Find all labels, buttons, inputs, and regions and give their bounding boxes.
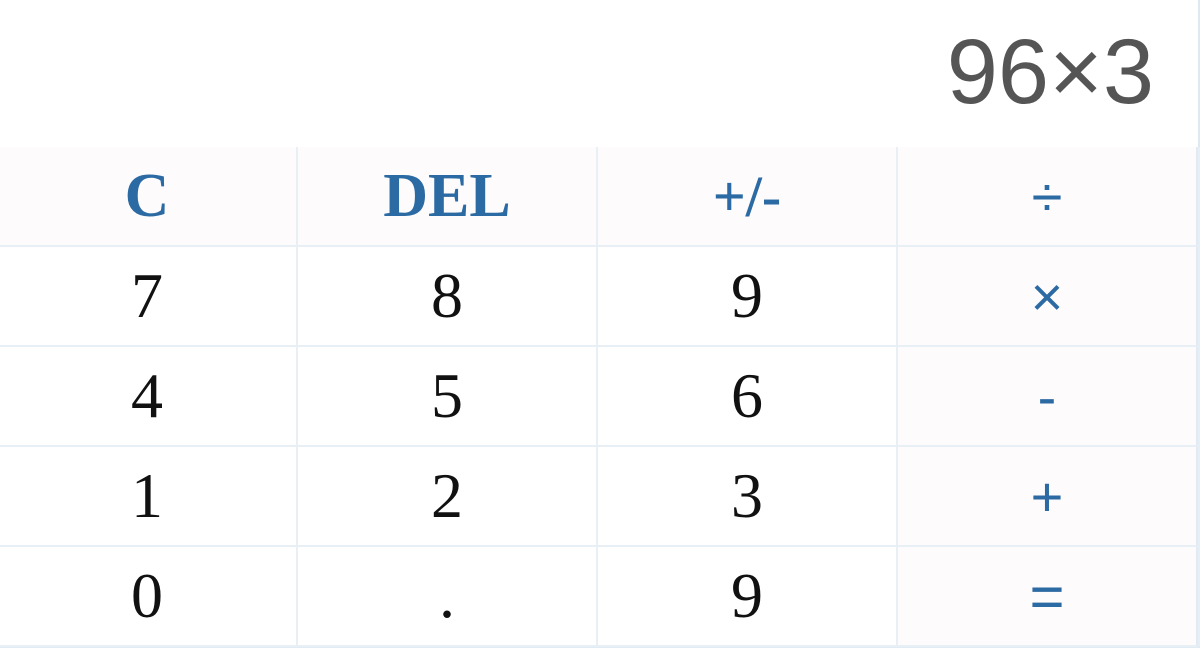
digit-3-button[interactable]: 3 [598,447,898,547]
clear-button[interactable]: C [0,147,298,247]
divide-button[interactable]: ÷ [898,147,1198,247]
digit-0-label: 0 [131,560,163,631]
digit-3-label: 3 [731,460,763,531]
divide-button-label: ÷ [1031,164,1063,228]
display-value: 96×3 [946,21,1154,123]
sign-toggle-button[interactable]: +/- [598,147,898,247]
digit-5-label: 5 [431,360,463,431]
calculator-display: 96×3 [0,0,1200,147]
sign-toggle-button-label: +/- [712,163,782,229]
digit-9-bottom-label: 9 [731,560,763,631]
digit-5-button[interactable]: 5 [298,347,598,447]
equals-button-label: = [1029,562,1065,630]
add-button[interactable]: + [898,447,1198,547]
digit-0-button[interactable]: 0 [0,547,298,647]
digit-1-label: 1 [131,460,163,531]
digit-4-button[interactable]: 4 [0,347,298,447]
decimal-point-label: . [439,560,455,631]
digit-2-button[interactable]: 2 [298,447,598,547]
equals-button[interactable]: = [898,547,1198,647]
digit-6-button[interactable]: 6 [598,347,898,447]
digit-7-button[interactable]: 7 [0,247,298,347]
calculator: 96×3 C DEL +/- ÷ 7 8 9 × 4 5 6 - 1 2 3 +… [0,0,1200,650]
add-button-label: + [1030,464,1064,528]
keypad: C DEL +/- ÷ 7 8 9 × 4 5 6 - 1 2 3 + 0 . … [0,147,1200,648]
digit-8-button[interactable]: 8 [298,247,598,347]
digit-7-label: 7 [131,260,163,331]
digit-9-label: 9 [731,260,763,331]
digit-4-label: 4 [131,360,163,431]
digit-9-button[interactable]: 9 [598,247,898,347]
subtract-button[interactable]: - [898,347,1198,447]
clear-button-label: C [124,161,170,230]
decimal-point-button[interactable]: . [298,547,598,647]
subtract-button-label: - [1037,364,1057,428]
digit-9-bottom-button[interactable]: 9 [598,547,898,647]
digit-2-label: 2 [431,460,463,531]
delete-button-label: DEL [383,161,511,230]
delete-button[interactable]: DEL [298,147,598,247]
digit-8-label: 8 [431,260,463,331]
multiply-button-label: × [1030,264,1064,328]
digit-6-label: 6 [731,360,763,431]
digit-1-button[interactable]: 1 [0,447,298,547]
multiply-button[interactable]: × [898,247,1198,347]
